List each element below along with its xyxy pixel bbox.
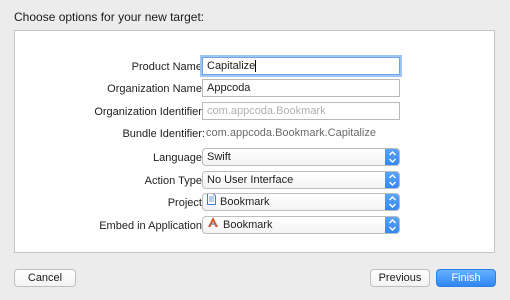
organization-name-row: Organization Name: Appcoda: [15, 79, 494, 99]
action-type-popup[interactable]: No User Interface: [202, 171, 400, 189]
organization-name-field[interactable]: Appcoda: [202, 79, 400, 97]
project-file-icon: [207, 194, 216, 210]
product-name-label: Product Name:: [131, 61, 205, 73]
organization-identifier-row: Organization Identifier: com.appcoda.Boo…: [15, 102, 494, 122]
action-type-row: Action Type: No User Interface: [15, 171, 494, 191]
popup-stepper-icon: [385, 172, 399, 188]
cancel-button[interactable]: Cancel: [14, 269, 76, 287]
product-name-field[interactable]: Capitalize: [202, 57, 400, 75]
organization-name-value: Appcoda: [207, 82, 251, 94]
embed-in-application-label: Embed in Application:: [99, 220, 205, 232]
bundle-identifier-value: com.appcoda.Bookmark.Capitalize: [206, 127, 376, 139]
embed-in-application-popup[interactable]: Bookmark: [202, 216, 400, 234]
finish-button[interactable]: Finish: [436, 269, 496, 287]
target-options-panel: Product Name: Capitalize Organization Na…: [14, 30, 495, 253]
action-type-selected: No User Interface: [207, 174, 294, 186]
popup-stepper-icon: [385, 194, 399, 210]
text-cursor: [255, 60, 257, 73]
project-popup[interactable]: Bookmark: [202, 193, 400, 211]
app-icon: [207, 217, 219, 233]
project-row: Project: Bookmark: [15, 193, 494, 213]
project-label: Project:: [167, 197, 205, 209]
bundle-identifier-row: Bundle Identifier: com.appcoda.Bookmark.…: [15, 124, 494, 144]
language-label: Language:: [153, 152, 205, 164]
action-type-label: Action Type:: [144, 175, 205, 187]
previous-button[interactable]: Previous: [370, 269, 430, 287]
project-selected: Bookmark: [220, 196, 270, 208]
bundle-identifier-label: Bundle Identifier:: [122, 128, 205, 140]
organization-identifier-label: Organization Identifier:: [94, 106, 205, 118]
product-name-value: Capitalize: [207, 60, 256, 72]
organization-name-label: Organization Name:: [107, 83, 205, 95]
embed-in-application-selected: Bookmark: [223, 219, 273, 231]
popup-stepper-icon: [385, 149, 399, 165]
organization-identifier-field[interactable]: com.appcoda.Bookmark: [202, 102, 400, 120]
dialog-title: Choose options for your new target:: [14, 10, 205, 24]
embed-in-application-row: Embed in Application: Bookmark: [15, 216, 494, 236]
language-popup[interactable]: Swift: [202, 148, 400, 166]
popup-stepper-icon: [385, 217, 399, 233]
product-name-row: Product Name: Capitalize: [15, 57, 494, 77]
organization-identifier-placeholder: com.appcoda.Bookmark: [207, 105, 326, 117]
language-row: Language: Swift: [15, 148, 494, 168]
language-selected: Swift: [207, 151, 231, 163]
